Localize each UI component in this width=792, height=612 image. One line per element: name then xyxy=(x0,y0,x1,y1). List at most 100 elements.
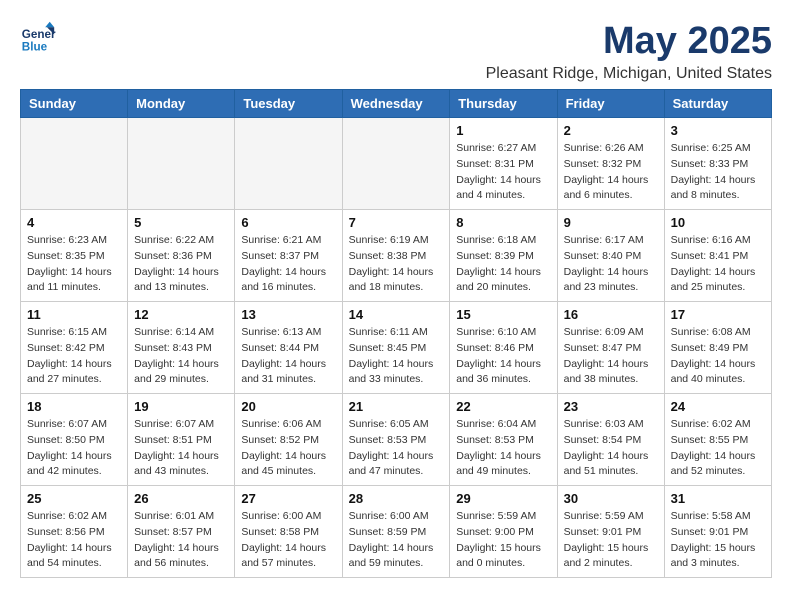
day-info: Sunrise: 5:58 AM Sunset: 9:01 PM Dayligh… xyxy=(671,509,765,572)
day-info: Sunrise: 6:22 AM Sunset: 8:36 PM Dayligh… xyxy=(134,233,228,296)
calendar-cell: 3 Sunrise: 6:25 AM Sunset: 8:33 PM Daylig… xyxy=(664,118,771,210)
calendar-cell: 21Sunrise: 6:05 AM Sunset: 8:53 PM Dayli… xyxy=(342,394,450,486)
day-number: 31 xyxy=(671,491,765,506)
day-info: Sunrise: 6:08 AM Sunset: 8:49 PM Dayligh… xyxy=(671,325,765,388)
day-info: Sunrise: 6:19 AM Sunset: 8:38 PM Dayligh… xyxy=(349,233,444,296)
day-info: Sunrise: 6:07 AM Sunset: 8:50 PM Dayligh… xyxy=(27,417,121,480)
day-info: Sunrise: 6:00 AM Sunset: 8:59 PM Dayligh… xyxy=(349,509,444,572)
day-info: Sunrise: 6:11 AM Sunset: 8:45 PM Dayligh… xyxy=(349,325,444,388)
calendar-cell: 8Sunrise: 6:18 AM Sunset: 8:39 PM Daylig… xyxy=(450,210,557,302)
week-row-1: 1 Sunrise: 6:27 AM Sunset: 8:31 PM Daylig… xyxy=(21,118,772,210)
calendar-table: SundayMondayTuesdayWednesdayThursdayFrid… xyxy=(20,89,772,578)
calendar-cell: 12 Sunrise: 6:14 AM Sunset: 8:43 PM Dayli… xyxy=(128,302,235,394)
day-info: Sunrise: 6:04 AM Sunset: 8:53 PM Dayligh… xyxy=(456,417,550,480)
day-number: 13 xyxy=(241,307,335,322)
day-info: Sunrise: 6:01 AM Sunset: 8:57 PM Dayligh… xyxy=(134,509,228,572)
day-info: Sunrise: 6:00 AM Sunset: 8:58 PM Dayligh… xyxy=(241,509,335,572)
day-number: 1 xyxy=(456,123,550,138)
day-number: 15 xyxy=(456,307,550,322)
day-info: Sunrise: 6:06 AM Sunset: 8:52 PM Dayligh… xyxy=(241,417,335,480)
day-number: 20 xyxy=(241,399,335,414)
title-area: May 2025 Pleasant Ridge, Michigan, Unite… xyxy=(486,20,772,83)
week-row-2: 4 Sunrise: 6:23 AM Sunset: 8:35 PM Daylig… xyxy=(21,210,772,302)
day-info: Sunrise: 6:13 AM Sunset: 8:44 PM Dayligh… xyxy=(241,325,335,388)
calendar-cell xyxy=(235,118,342,210)
day-info: Sunrise: 6:05 AM Sunset: 8:53 PM Dayligh… xyxy=(349,417,444,480)
day-number: 14 xyxy=(349,307,444,322)
day-number: 10 xyxy=(671,215,765,230)
calendar-cell: 25 Sunrise: 6:02 AM Sunset: 8:56 PM Dayli… xyxy=(21,486,128,578)
logo-icon: General Blue xyxy=(20,20,56,56)
day-info: Sunrise: 6:17 AM Sunset: 8:40 PM Dayligh… xyxy=(564,233,658,296)
weekday-header-row: SundayMondayTuesdayWednesdayThursdayFrid… xyxy=(21,90,772,118)
weekday-header-friday: Friday xyxy=(557,90,664,118)
day-number: 28 xyxy=(349,491,444,506)
day-number: 17 xyxy=(671,307,765,322)
day-info: Sunrise: 6:03 AM Sunset: 8:54 PM Dayligh… xyxy=(564,417,658,480)
day-number: 25 xyxy=(27,491,121,506)
day-number: 5 xyxy=(134,215,228,230)
day-info: Sunrise: 6:23 AM Sunset: 8:35 PM Dayligh… xyxy=(27,233,121,296)
week-row-3: 11Sunrise: 6:15 AM Sunset: 8:42 PM Dayli… xyxy=(21,302,772,394)
calendar-cell: 4 Sunrise: 6:23 AM Sunset: 8:35 PM Daylig… xyxy=(21,210,128,302)
weekday-header-thursday: Thursday xyxy=(450,90,557,118)
calendar-cell: 19 Sunrise: 6:07 AM Sunset: 8:51 PM Dayli… xyxy=(128,394,235,486)
day-info: Sunrise: 6:02 AM Sunset: 8:55 PM Dayligh… xyxy=(671,417,765,480)
day-number: 6 xyxy=(241,215,335,230)
weekday-header-saturday: Saturday xyxy=(664,90,771,118)
page-header: General Blue May 2025 Pleasant Ridge, Mi… xyxy=(20,20,772,83)
calendar-cell: 20 Sunrise: 6:06 AM Sunset: 8:52 PM Dayli… xyxy=(235,394,342,486)
day-number: 26 xyxy=(134,491,228,506)
day-number: 19 xyxy=(134,399,228,414)
calendar-cell: 24Sunrise: 6:02 AM Sunset: 8:55 PM Dayli… xyxy=(664,394,771,486)
calendar-cell xyxy=(342,118,450,210)
weekday-header-wednesday: Wednesday xyxy=(342,90,450,118)
day-number: 27 xyxy=(241,491,335,506)
day-number: 3 xyxy=(671,123,765,138)
day-info: Sunrise: 6:15 AM Sunset: 8:42 PM Dayligh… xyxy=(27,325,121,388)
calendar-cell: 10Sunrise: 6:16 AM Sunset: 8:41 PM Dayli… xyxy=(664,210,771,302)
calendar-cell: 18 Sunrise: 6:07 AM Sunset: 8:50 PM Dayli… xyxy=(21,394,128,486)
day-info: Sunrise: 6:07 AM Sunset: 8:51 PM Dayligh… xyxy=(134,417,228,480)
day-number: 12 xyxy=(134,307,228,322)
weekday-header-tuesday: Tuesday xyxy=(235,90,342,118)
calendar-cell: 31 Sunrise: 5:58 AM Sunset: 9:01 PM Dayli… xyxy=(664,486,771,578)
calendar-cell: 23 Sunrise: 6:03 AM Sunset: 8:54 PM Dayli… xyxy=(557,394,664,486)
calendar-cell: 7Sunrise: 6:19 AM Sunset: 8:38 PM Daylig… xyxy=(342,210,450,302)
day-number: 22 xyxy=(456,399,550,414)
calendar-cell: 16 Sunrise: 6:09 AM Sunset: 8:47 PM Dayli… xyxy=(557,302,664,394)
day-info: Sunrise: 6:27 AM Sunset: 8:31 PM Dayligh… xyxy=(456,141,550,204)
calendar-cell: 15Sunrise: 6:10 AM Sunset: 8:46 PM Dayli… xyxy=(450,302,557,394)
day-number: 29 xyxy=(456,491,550,506)
day-info: Sunrise: 6:09 AM Sunset: 8:47 PM Dayligh… xyxy=(564,325,658,388)
logo: General Blue xyxy=(20,20,56,56)
location-title: Pleasant Ridge, Michigan, United States xyxy=(486,65,772,83)
calendar-cell: 14 Sunrise: 6:11 AM Sunset: 8:45 PM Dayli… xyxy=(342,302,450,394)
day-number: 2 xyxy=(564,123,658,138)
day-number: 16 xyxy=(564,307,658,322)
day-info: Sunrise: 6:02 AM Sunset: 8:56 PM Dayligh… xyxy=(27,509,121,572)
svg-text:Blue: Blue xyxy=(22,41,48,54)
day-info: Sunrise: 6:14 AM Sunset: 8:43 PM Dayligh… xyxy=(134,325,228,388)
calendar-cell: 1 Sunrise: 6:27 AM Sunset: 8:31 PM Daylig… xyxy=(450,118,557,210)
calendar-cell: 28 Sunrise: 6:00 AM Sunset: 8:59 PM Dayli… xyxy=(342,486,450,578)
calendar-cell: 6 Sunrise: 6:21 AM Sunset: 8:37 PM Daylig… xyxy=(235,210,342,302)
weekday-header-sunday: Sunday xyxy=(21,90,128,118)
day-info: Sunrise: 6:25 AM Sunset: 8:33 PM Dayligh… xyxy=(671,141,765,204)
day-info: Sunrise: 5:59 AM Sunset: 9:00 PM Dayligh… xyxy=(456,509,550,572)
calendar-cell: 11Sunrise: 6:15 AM Sunset: 8:42 PM Dayli… xyxy=(21,302,128,394)
day-info: Sunrise: 6:18 AM Sunset: 8:39 PM Dayligh… xyxy=(456,233,550,296)
day-number: 4 xyxy=(27,215,121,230)
day-number: 18 xyxy=(27,399,121,414)
calendar-cell: 22 Sunrise: 6:04 AM Sunset: 8:53 PM Dayli… xyxy=(450,394,557,486)
weekday-header-monday: Monday xyxy=(128,90,235,118)
day-info: Sunrise: 6:21 AM Sunset: 8:37 PM Dayligh… xyxy=(241,233,335,296)
month-title: May 2025 xyxy=(486,20,772,63)
day-info: Sunrise: 6:26 AM Sunset: 8:32 PM Dayligh… xyxy=(564,141,658,204)
day-number: 9 xyxy=(564,215,658,230)
day-number: 30 xyxy=(564,491,658,506)
calendar-cell: 27 Sunrise: 6:00 AM Sunset: 8:58 PM Dayli… xyxy=(235,486,342,578)
calendar-cell: 17 Sunrise: 6:08 AM Sunset: 8:49 PM Dayli… xyxy=(664,302,771,394)
calendar-cell xyxy=(128,118,235,210)
day-number: 23 xyxy=(564,399,658,414)
